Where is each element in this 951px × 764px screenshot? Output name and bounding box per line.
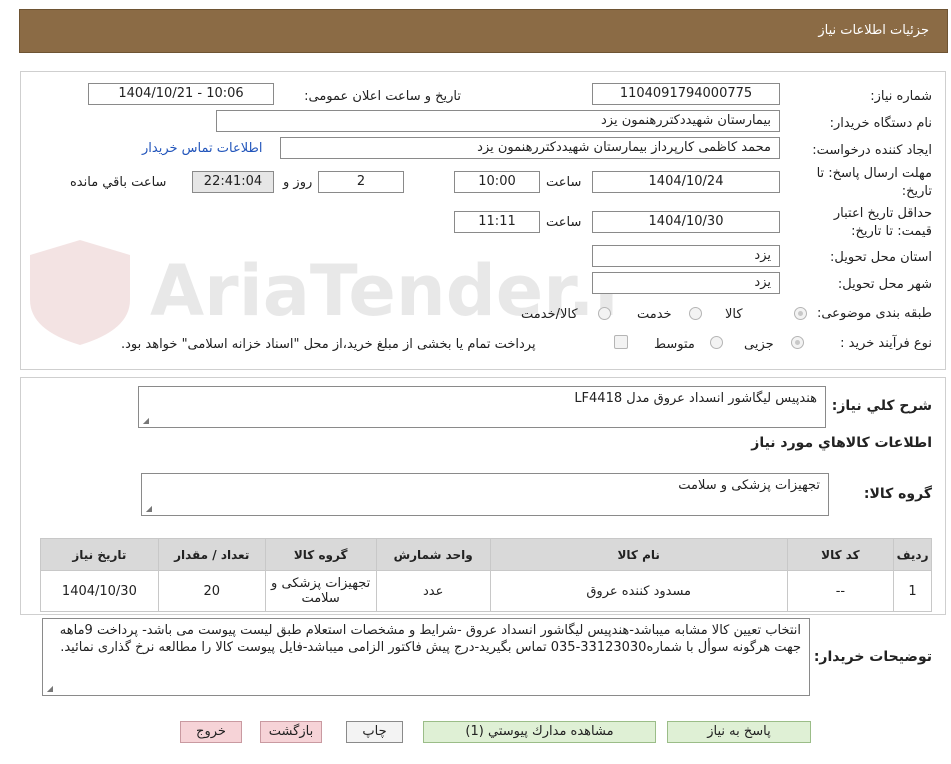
category-option-goods-service: کالا/خدمت xyxy=(521,307,578,322)
send-deadline-label-2: تاریخ: xyxy=(901,184,932,199)
buyer-notes-label: توضیحات خریدار: xyxy=(813,649,932,665)
process-radio-medium[interactable] xyxy=(710,336,723,349)
process-radio-minor[interactable] xyxy=(791,336,804,349)
buyer-notes-field: انتخاب تعیین کالا مشابه میباشد-هندپیس لی… xyxy=(42,618,810,696)
col-item-code: کد کالا xyxy=(786,538,895,571)
requester-label: ایجاد کننده درخواست: xyxy=(812,143,932,158)
validity-time-label: ساعت xyxy=(546,215,582,230)
goods-group-text: تجهیزات پزشکی و سلامت xyxy=(678,478,820,493)
col-row-number: رديف xyxy=(893,538,932,571)
announce-datetime-field: 1404/10/21 - 10:06 xyxy=(88,83,274,105)
cell-row-number: 1 xyxy=(893,570,932,612)
resize-grip-icon[interactable]: ◢ xyxy=(144,505,152,513)
province-label: استان محل تحویل: xyxy=(830,250,932,265)
category-option-service: خدمت xyxy=(637,307,672,322)
remaining-time-field: 22:41:04 xyxy=(192,171,274,193)
general-desc-label: شرح کلي نياز: xyxy=(831,398,932,414)
col-item-name: نام کالا xyxy=(489,538,788,571)
cell-unit: عدد xyxy=(375,570,491,612)
buyer-contact-link[interactable]: اطلاعات تماس خریدار xyxy=(142,141,262,156)
validity-date-field: 1404/10/30 xyxy=(592,211,780,233)
category-label: طبقه بندی موضوعی: xyxy=(816,306,932,321)
items-table: رديف کد کالا نام کالا واحد شمارش گروه کا… xyxy=(40,538,932,612)
send-date-field: 1404/10/24 xyxy=(592,171,780,193)
resize-grip-icon[interactable]: ◢ xyxy=(141,417,149,425)
process-option-medium: متوسط xyxy=(654,337,695,352)
cell-item-name: مسدود کننده عروق xyxy=(489,570,788,612)
buyer-notes-text: انتخاب تعیین کالا مشابه میباشد-هندپیس لی… xyxy=(59,623,801,655)
cell-item-group: تجهیزات پزشکی و سلامت xyxy=(264,570,377,612)
remaining-label: ساعت باقي مانده xyxy=(70,175,167,190)
general-desc-field: هندپیس لیگاشور انسداد عروق مدل LF4418 ◢ xyxy=(138,386,826,428)
goods-info-title: اطلاعات کالاهاي مورد نياز xyxy=(751,435,932,451)
category-radio-goods[interactable] xyxy=(794,307,807,320)
view-attachments-button[interactable]: مشاهده مدارك پيوستي (1) xyxy=(423,721,656,743)
page-title: جزئیات اطلاعات نیاز xyxy=(818,23,929,38)
city-label: شهر محل تحویل: xyxy=(837,277,932,292)
validity-label: حداقل تاریخ اعتبار xyxy=(833,206,932,221)
city-field: یزد xyxy=(592,272,780,294)
page-header: جزئیات اطلاعات نیاز xyxy=(19,9,948,53)
send-time-label: ساعت xyxy=(546,175,582,190)
day-and-label: روز و xyxy=(283,175,313,190)
col-need-date: تاريخ نياز xyxy=(40,538,159,571)
days-remaining-field: 2 xyxy=(318,171,404,193)
requester-field: محمد کاظمی کارپرداز بیمارستان شهیددکترره… xyxy=(280,137,780,159)
announce-datetime-label: تاریخ و ساعت اعلان عمومی: xyxy=(304,89,461,104)
treasury-checkbox-label: پرداخت تمام یا بخشی از مبلغ خرید،از محل … xyxy=(121,337,536,352)
col-quantity: تعداد / مقدار xyxy=(157,538,266,571)
cell-need-date: 1404/10/30 xyxy=(40,570,159,612)
province-field: یزد xyxy=(592,245,780,267)
back-button[interactable]: بازگشت xyxy=(260,721,322,743)
process-option-minor: جزیی xyxy=(744,337,774,352)
buyer-org-label: نام دستگاه خریدار: xyxy=(829,116,932,131)
table-row: 1 -- مسدود کننده عروق عدد تجهیزات پزشکی … xyxy=(40,570,932,612)
treasury-checkbox[interactable] xyxy=(614,335,628,349)
validity-time-field: 11:11 xyxy=(454,211,540,233)
buyer-org-field: بیمارستان شهیددکتررهنمون یزد xyxy=(216,110,780,132)
validity-label-2: قیمت: تا تاریخ: xyxy=(851,224,932,239)
goods-group-field: تجهیزات پزشکی و سلامت ◢ xyxy=(141,473,829,516)
category-radio-service[interactable] xyxy=(689,307,702,320)
print-button[interactable]: چاپ xyxy=(346,721,403,743)
col-unit: واحد شمارش xyxy=(375,538,491,571)
send-deadline-label: مهلت ارسال پاسخ: تا xyxy=(816,166,932,181)
category-option-goods: کالا xyxy=(725,307,743,322)
need-number-field: 1104091794000775 xyxy=(592,83,780,105)
items-table-header: رديف کد کالا نام کالا واحد شمارش گروه کا… xyxy=(40,538,932,571)
need-number-label: شماره نیاز: xyxy=(870,89,932,104)
cell-quantity: 20 xyxy=(157,570,266,612)
general-desc-text: هندپیس لیگاشور انسداد عروق مدل LF4418 xyxy=(574,391,817,406)
reply-button[interactable]: پاسخ به نیاز xyxy=(667,721,811,743)
exit-button[interactable]: خروج xyxy=(180,721,242,743)
category-radio-goods-service[interactable] xyxy=(598,307,611,320)
process-label: نوع فرآیند خرید : xyxy=(840,336,932,351)
col-item-group: گروه کالا xyxy=(264,538,377,571)
goods-group-label: گروه کالا: xyxy=(863,486,932,502)
cell-item-code: -- xyxy=(786,570,895,612)
send-time-field: 10:00 xyxy=(454,171,540,193)
resize-grip-icon[interactable]: ◢ xyxy=(45,685,53,693)
